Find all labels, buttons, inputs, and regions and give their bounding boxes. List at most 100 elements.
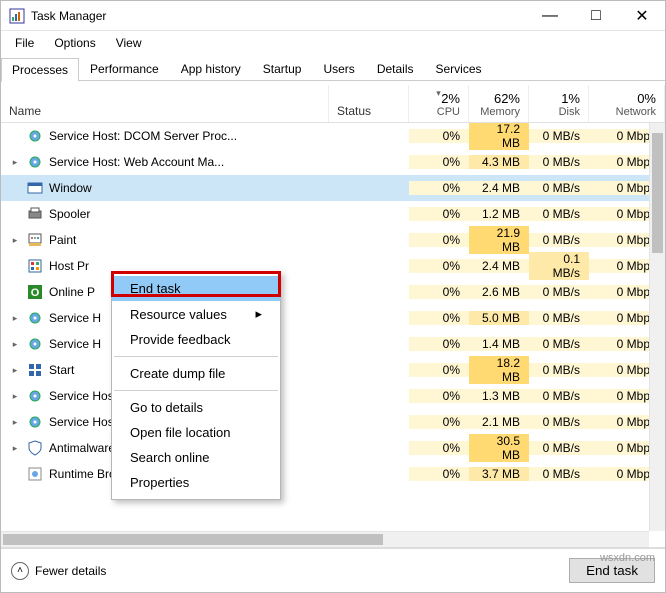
process-name-label: Start — [49, 363, 74, 377]
cpu-cell: 0% — [409, 155, 469, 169]
disk-cell: 0 MB/s — [529, 233, 589, 247]
network-header-label: Network — [616, 106, 656, 118]
process-icon — [27, 232, 43, 248]
cpu-cell: 0% — [409, 259, 469, 273]
cpu-cell: 0% — [409, 285, 469, 299]
process-row[interactable]: Window0%2.4 MB0 MB/s0 Mbps — [1, 175, 665, 201]
close-button[interactable]: ✕ — [619, 1, 665, 31]
tab-performance[interactable]: Performance — [79, 57, 170, 81]
horizontal-scrollbar[interactable] — [1, 531, 649, 547]
memory-cell: 3.7 MB — [469, 467, 529, 481]
process-row[interactable]: Host Pr0%2.4 MB0.1 MB/s0 Mbps — [1, 253, 665, 279]
process-row[interactable]: ▸Service Host: Web Account Ma...0%4.3 MB… — [1, 149, 665, 175]
memory-cell: 30.5 MB — [469, 434, 529, 462]
col-name[interactable]: Name — [1, 85, 329, 122]
context-menu-item[interactable]: Create dump file — [112, 361, 280, 386]
col-disk[interactable]: 1% Disk — [529, 85, 589, 122]
menu-view[interactable]: View — [108, 34, 150, 52]
process-name-label: Online P — [49, 285, 95, 299]
cpu-cell: 0% — [409, 337, 469, 351]
svg-text:O: O — [31, 287, 40, 299]
col-cpu[interactable]: ▾ 2% CPU — [409, 85, 469, 122]
context-menu-item[interactable]: Provide feedback — [112, 327, 280, 352]
col-status[interactable]: Status — [329, 85, 409, 122]
context-menu-item[interactable]: Open file location — [112, 420, 280, 445]
process-row[interactable]: ▸Antimalware Scan Service0%30.5 MB0 MB/s… — [1, 435, 665, 461]
process-row[interactable]: ▸Start0%18.2 MB0 MB/s0 Mbps — [1, 357, 665, 383]
cpu-cell: 0% — [409, 441, 469, 455]
context-menu-item[interactable]: End task — [112, 276, 280, 301]
context-menu-item[interactable]: Go to details — [112, 395, 280, 420]
tab-users[interactable]: Users — [312, 57, 365, 81]
context-menu-item[interactable]: Search online — [112, 445, 280, 470]
tab-startup[interactable]: Startup — [252, 57, 313, 81]
tab-strip: Processes Performance App history Startu… — [1, 55, 665, 81]
process-row[interactable]: Spooler0%1.2 MB0 MB/s0 Mbps — [1, 201, 665, 227]
process-icon — [27, 258, 43, 274]
expander-icon[interactable]: ▸ — [9, 157, 21, 168]
minimize-button[interactable]: — — [527, 1, 573, 31]
scrollbar-thumb[interactable] — [652, 133, 663, 253]
context-menu-label: Resource values — [130, 307, 227, 322]
process-icon: O — [27, 284, 43, 300]
maximize-button[interactable]: □ — [573, 1, 619, 31]
menu-file[interactable]: File — [7, 34, 42, 52]
menu-options[interactable]: Options — [46, 34, 103, 52]
context-menu-item[interactable]: Resource values▸ — [112, 301, 280, 327]
end-task-button[interactable]: End task — [569, 558, 655, 583]
memory-cell: 2.1 MB — [469, 415, 529, 429]
expander-icon[interactable]: ▸ — [9, 339, 21, 350]
cpu-cell: 0% — [409, 415, 469, 429]
disk-cell: 0 MB/s — [529, 181, 589, 195]
col-network[interactable]: 0% Network — [589, 85, 665, 122]
fewer-details-toggle[interactable]: ˄ Fewer details — [11, 562, 106, 580]
process-icon — [27, 180, 43, 196]
tab-processes[interactable]: Processes — [1, 58, 79, 82]
expander-icon[interactable]: ▸ — [9, 235, 21, 246]
titlebar: Task Manager — □ ✕ — [1, 1, 665, 31]
expander-icon[interactable]: ▸ — [9, 365, 21, 376]
expander-icon[interactable]: ▸ — [9, 313, 21, 324]
expander-icon[interactable]: ▸ — [9, 417, 21, 428]
memory-header-label: Memory — [480, 106, 520, 118]
tab-details[interactable]: Details — [366, 57, 425, 81]
process-row[interactable]: ▸Paint0%21.9 MB0 MB/s0 Mbps — [1, 227, 665, 253]
context-menu-label: Properties — [130, 475, 189, 490]
memory-cell: 5.0 MB — [469, 311, 529, 325]
process-row[interactable]: ▸Service Host: PrintWorkflow_a2...0%1.3 … — [1, 383, 665, 409]
column-headers: Name Status ▾ 2% CPU 62% Memory 1% Disk … — [1, 81, 665, 123]
process-row[interactable]: ▸Service H0%5.0 MB0 MB/s0 Mbps — [1, 305, 665, 331]
scrollbar-thumb[interactable] — [3, 534, 383, 545]
disk-cell: 0.1 MB/s — [529, 252, 589, 280]
cpu-cell: 0% — [409, 363, 469, 377]
process-row[interactable]: Runtime Broker0%3.7 MB0 MB/s0 Mbps — [1, 461, 665, 487]
app-icon — [9, 8, 25, 24]
process-row[interactable]: ▸Service Host: Connected Device...0%2.1 … — [1, 409, 665, 435]
process-row[interactable]: OOnline P0%2.6 MB0 MB/s0 Mbps — [1, 279, 665, 305]
context-menu-separator — [114, 356, 278, 357]
disk-cell: 0 MB/s — [529, 337, 589, 351]
process-icon — [27, 310, 43, 326]
disk-cell: 0 MB/s — [529, 441, 589, 455]
disk-cell: 0 MB/s — [529, 363, 589, 377]
process-name-label: Paint — [49, 233, 76, 247]
expander-icon[interactable]: ▸ — [9, 443, 21, 454]
memory-cell: 2.6 MB — [469, 285, 529, 299]
footer-bar: ˄ Fewer details End task — [1, 548, 665, 592]
menubar: File Options View — [1, 31, 665, 55]
expander-icon[interactable]: ▸ — [9, 391, 21, 402]
cpu-header-label: CPU — [437, 106, 460, 118]
memory-cell: 18.2 MB — [469, 356, 529, 384]
disk-cell: 0 MB/s — [529, 285, 589, 299]
col-memory[interactable]: 62% Memory — [469, 85, 529, 122]
process-grid: Name Status ▾ 2% CPU 62% Memory 1% Disk … — [1, 81, 665, 548]
process-row[interactable]: ▸Service H0%1.4 MB0 MB/s0 Mbps — [1, 331, 665, 357]
vertical-scrollbar[interactable] — [649, 123, 665, 531]
process-name-label: Window — [49, 181, 92, 195]
sort-caret-icon: ▾ — [409, 88, 468, 99]
context-menu-item[interactable]: Properties — [112, 470, 280, 495]
tab-app-history[interactable]: App history — [170, 57, 252, 81]
tab-services[interactable]: Services — [425, 57, 493, 81]
process-row[interactable]: Service Host: DCOM Server Proc...0%17.2 … — [1, 123, 665, 149]
memory-cell: 17.2 MB — [469, 123, 529, 150]
